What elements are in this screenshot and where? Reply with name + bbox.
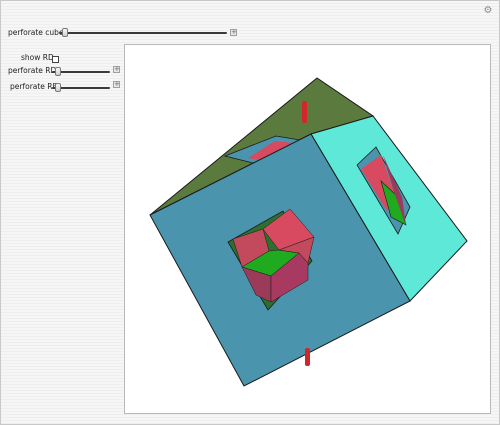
perforated-cube-graphic[interactable] [125,45,492,415]
plus-icon[interactable]: + [113,66,120,73]
axis-rod-bottom [305,348,310,366]
perforate-rd-thumb[interactable] [54,67,61,76]
axis-rod-top [302,101,307,123]
manipulate-panel: ⚙ perforate cube + show RD perforate RD … [0,0,500,425]
plus-icon[interactable]: + [230,29,237,36]
perforate-rd-track[interactable] [52,71,110,73]
perforate-cube-thumb[interactable] [62,28,69,37]
perforate-re-label: perforate RE [10,82,58,91]
gear-icon[interactable]: ⚙ [483,6,493,16]
show-rd-checkbox[interactable] [52,56,59,63]
perforate-cube-track[interactable] [59,32,227,34]
perforate-re-thumb[interactable] [54,83,61,92]
graphics-viewport[interactable] [124,44,491,414]
perforate-re-track[interactable] [52,87,110,89]
perforate-cube-label: perforate cube [8,28,64,37]
show-rd-label: show RD [21,53,54,62]
perforate-rd-label: perforate RD [8,66,57,75]
plus-icon[interactable]: + [113,81,120,88]
